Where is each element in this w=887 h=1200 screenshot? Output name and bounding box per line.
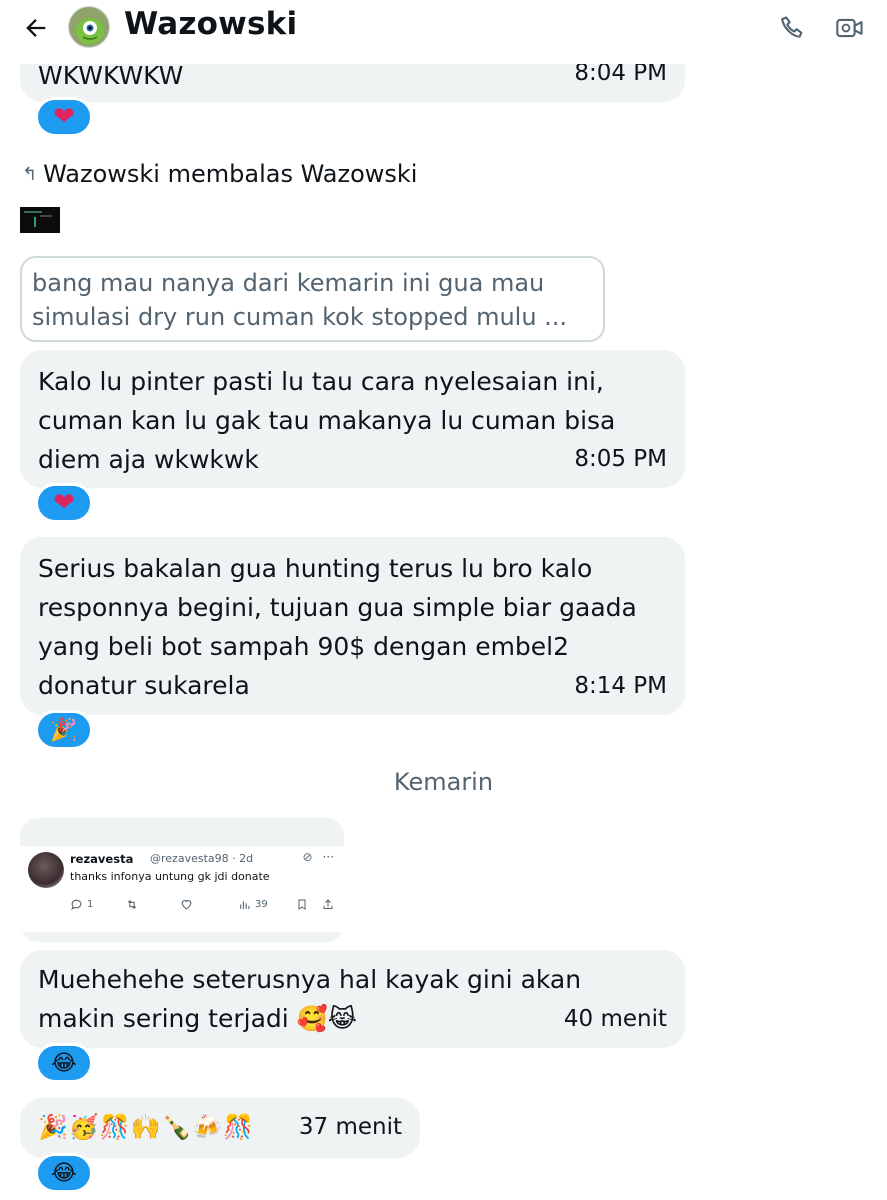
message-time: 37 menit (298, 1114, 402, 1140)
message-bubble[interactable]: Kalo lu pinter pasti lu tau cara nyelesa… (20, 350, 685, 488)
message-text: 🎉🥳🎊🙌🍾🍻🎊 (38, 1113, 255, 1141)
bookmark-action (296, 898, 308, 911)
message-bubble[interactable]: 🎉🥳🎊🙌🍾🍻🎊 37 menit (20, 1098, 420, 1158)
page-title: Wazowski (124, 6, 298, 42)
back-button[interactable] (18, 10, 54, 46)
tweet-avatar (28, 852, 64, 888)
reaction-badge[interactable]: 🎉 (35, 710, 93, 750)
quoted-message-text: bang mau nanya dari kemarin ini gua mau … (32, 269, 568, 331)
more-icon: ··· (322, 850, 334, 864)
share-action (322, 898, 334, 911)
laughing-face-icon: 😂 (51, 1050, 77, 1076)
retweet-action (125, 898, 139, 911)
view-count: 39 (255, 899, 268, 910)
reply-header: ↰ Wazowski membalas Wazowski (22, 160, 417, 188)
heart-icon: ❤ (53, 488, 75, 518)
quoted-message[interactable]: bang mau nanya dari kemarin ini gua mau … (20, 256, 605, 342)
message-time: 8:05 PM (574, 446, 667, 472)
shared-tweet-card[interactable]: rezavesta @rezavesta98 · 2d ⊘ ··· thanks… (20, 818, 344, 942)
arrow-left-icon (26, 19, 46, 37)
message-time: 40 menit (563, 1006, 667, 1032)
heart-icon: ❤ (53, 102, 75, 132)
reaction-badge[interactable]: ❤ (35, 483, 93, 523)
tweet-top-icons: ⊘ ··· (302, 850, 334, 864)
views-action: 39 (238, 898, 268, 911)
tweet-author-name: rezavesta (70, 852, 134, 866)
message-bubble[interactable]: Muehehehe seterusnya hal kayak gini akan… (20, 950, 685, 1048)
day-separator: Kemarin (393, 768, 494, 796)
reaction-badge[interactable]: 😂 (35, 1153, 93, 1193)
like-action (180, 898, 193, 911)
video-camera-icon (836, 18, 863, 38)
party-popper-icon: 🎉 (50, 717, 78, 743)
reply-header-text: Wazowski membalas Wazowski (43, 160, 418, 188)
tweet-actions: 1 39 (70, 898, 338, 916)
reply-action: 1 (70, 898, 93, 911)
message-time: 8:14 PM (574, 673, 667, 699)
avatar-image (69, 7, 109, 47)
laughing-face-icon: 😂 (51, 1160, 77, 1186)
conversation-header: Wazowski (0, 0, 887, 64)
avatar[interactable] (68, 6, 110, 48)
views-icon (240, 901, 250, 909)
reaction-badge[interactable]: 😂 (35, 1043, 93, 1083)
video-call-button[interactable] (832, 10, 868, 46)
attachment-thumbnail[interactable] (20, 207, 60, 233)
message-text: Kalo lu pinter pasti lu tau cara nyelesa… (38, 367, 616, 474)
tweet-text: thanks infonya untung gk jdi donate (70, 870, 270, 883)
grok-icon: ⊘ (302, 850, 313, 864)
retweet-icon (127, 899, 137, 910)
share-icon (323, 899, 333, 909)
reaction-badge[interactable]: ❤ (35, 97, 93, 137)
reply-icon (71, 899, 82, 910)
call-button[interactable] (774, 10, 810, 46)
reply-count: 1 (87, 899, 94, 910)
tweet-author-handle: @rezavesta98 · 2d (150, 852, 254, 865)
reply-arrow-icon: ↰ (22, 163, 38, 185)
tweet-preview: rezavesta @rezavesta98 · 2d ⊘ ··· thanks… (20, 846, 344, 932)
message-text: Serius bakalan gua hunting terus lu bro … (38, 554, 637, 700)
phone-icon (781, 16, 803, 38)
message-bubble[interactable]: Serius bakalan gua hunting terus lu bro … (20, 537, 685, 715)
bookmark-icon (298, 899, 306, 910)
heart-outline-icon (181, 900, 192, 910)
message-text: Muehehehe seterusnya hal kayak gini akan… (38, 965, 582, 1033)
